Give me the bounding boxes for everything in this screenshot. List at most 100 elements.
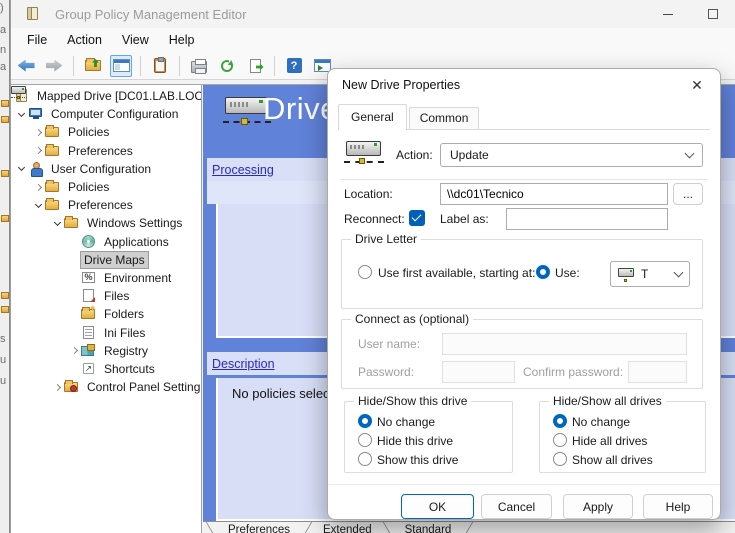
expander-icon[interactable]: [32, 185, 45, 190]
hide-this-drive-radio[interactable]: [358, 433, 372, 447]
user-name-label: User name:: [358, 337, 420, 351]
clipboard-icon[interactable]: [149, 55, 171, 77]
tree-item-preferences[interactable]: Preferences: [11, 196, 201, 214]
menu-help[interactable]: Help: [159, 30, 205, 50]
show-this-drive-radio[interactable]: [358, 452, 372, 466]
tab-extended[interactable]: Extended: [307, 522, 388, 533]
chevron-down-icon: [685, 149, 695, 159]
menu-view[interactable]: View: [112, 30, 159, 50]
toolbar-separator: [179, 56, 180, 76]
folders-icon: [81, 307, 97, 321]
console-tree-icon[interactable]: [110, 55, 132, 77]
tree-item-applications[interactable]: Applications: [11, 233, 201, 251]
expander-icon[interactable]: [15, 113, 28, 116]
label-as-input[interactable]: [506, 208, 668, 230]
drive-letter-value: T: [641, 267, 675, 281]
ini-files-icon: [81, 326, 97, 340]
use-first-available-radio[interactable]: [358, 265, 372, 279]
connect-as-legend: Connect as (optional): [351, 312, 473, 326]
expander-icon[interactable]: [32, 130, 45, 135]
footer-separator: [328, 484, 720, 485]
folder-icon: [1, 170, 9, 177]
location-input[interactable]: [440, 183, 668, 205]
reconnect-label: Reconnect:: [344, 212, 405, 226]
expander-icon[interactable]: [32, 204, 45, 207]
all-no-change-radio[interactable]: [553, 414, 567, 428]
sliver-text: u: [0, 375, 6, 387]
environment-icon: %: [81, 271, 97, 285]
action-select[interactable]: Update: [440, 143, 703, 167]
print-icon[interactable]: [188, 55, 210, 77]
hide-all-drives-radio[interactable]: [553, 433, 567, 447]
tree-item-registry[interactable]: Registry: [11, 342, 201, 360]
export-list-icon[interactable]: [244, 55, 266, 77]
tab-general[interactable]: General: [338, 104, 407, 130]
refresh-icon[interactable]: [216, 55, 238, 77]
expander-icon[interactable]: [51, 385, 64, 390]
sliver-text: ): [0, 2, 4, 14]
user-icon: [28, 162, 44, 176]
browse-button[interactable]: ...: [673, 183, 703, 205]
dialog-tab-strip: General Common: [338, 107, 710, 130]
files-icon: [81, 289, 97, 303]
user-name-input: [442, 333, 687, 355]
expander-icon[interactable]: [51, 222, 64, 225]
folder-icon: [1, 116, 9, 123]
toolbar-separator: [140, 56, 141, 76]
tree-item-policies[interactable]: Policies: [11, 178, 201, 196]
back-icon[interactable]: [15, 55, 37, 77]
tree-item-drive-maps[interactable]: Drive Maps: [11, 251, 201, 269]
tab-standard[interactable]: Standard: [389, 522, 468, 533]
tree-item-folders[interactable]: Folders: [11, 305, 201, 323]
tree-item-shortcuts[interactable]: ↗ Shortcuts: [11, 360, 201, 378]
tree-item-user-configuration[interactable]: User Configuration: [11, 160, 201, 178]
forward-icon[interactable]: [43, 55, 65, 77]
up-folder-icon[interactable]: [82, 55, 104, 77]
help-button[interactable]: Help: [643, 494, 713, 519]
ok-button[interactable]: OK: [401, 494, 474, 519]
action-value: Update: [450, 148, 686, 162]
maximize-button[interactable]: [690, 0, 735, 28]
reconnect-checkbox[interactable]: [409, 210, 425, 226]
use-radio[interactable]: [536, 265, 550, 279]
tree-item-ini-files[interactable]: Ini Files: [11, 323, 201, 341]
tree-item-preferences[interactable]: Preferences: [11, 142, 201, 160]
cancel-button[interactable]: Cancel: [481, 494, 552, 519]
network-drive-icon: [344, 139, 384, 171]
tree-item-gpo-root[interactable]: Mapped Drive [DC01.LAB.LOCA: [11, 87, 201, 105]
expander-icon[interactable]: [15, 167, 28, 170]
show-all-drives-label: Show all drives: [572, 453, 653, 467]
show-all-drives-radio[interactable]: [553, 452, 567, 466]
tab-preferences[interactable]: Preferences: [212, 522, 306, 533]
minimize-button[interactable]: [645, 0, 690, 28]
folder-icon: [1, 215, 9, 222]
sliver-text: u: [0, 354, 6, 366]
location-label: Location:: [344, 187, 393, 201]
description-link[interactable]: Description: [212, 357, 275, 371]
menu-action[interactable]: Action: [57, 30, 112, 50]
apply-button[interactable]: Apply: [563, 494, 633, 519]
tree-item-windows-settings[interactable]: Windows Settings: [11, 214, 201, 232]
password-input: [442, 361, 515, 383]
view-tab-bar: Preferences Extended Standard: [203, 521, 735, 533]
menu-file[interactable]: File: [17, 30, 57, 50]
this-no-change-radio[interactable]: [358, 414, 372, 428]
expander-icon[interactable]: [32, 148, 45, 153]
tree-item-computer-configuration[interactable]: Computer Configuration: [11, 105, 201, 123]
folder-icon: [45, 180, 61, 194]
tab-common[interactable]: Common: [409, 107, 480, 129]
help-icon[interactable]: ?: [283, 55, 305, 77]
use-label: Use:: [555, 266, 580, 280]
tree-item-environment[interactable]: % Environment: [11, 269, 201, 287]
console-tree-panel: Mapped Drive [DC01.LAB.LOCA Computer Con…: [11, 85, 202, 533]
processing-link[interactable]: Processing: [212, 163, 274, 177]
folder-icon: [45, 198, 61, 212]
tree-item-policies[interactable]: Policies: [11, 123, 201, 141]
expander-icon[interactable]: [68, 348, 81, 353]
hide-show-this-legend: Hide/Show this drive: [354, 394, 471, 408]
tree-item-control-panel-settings[interactable]: Control Panel Setting: [11, 378, 201, 396]
tree-item-files[interactable]: Files: [11, 287, 201, 305]
drive-letter-select[interactable]: T: [610, 261, 690, 287]
drive-icon: [11, 86, 27, 98]
close-icon[interactable]: ✕: [682, 73, 712, 97]
